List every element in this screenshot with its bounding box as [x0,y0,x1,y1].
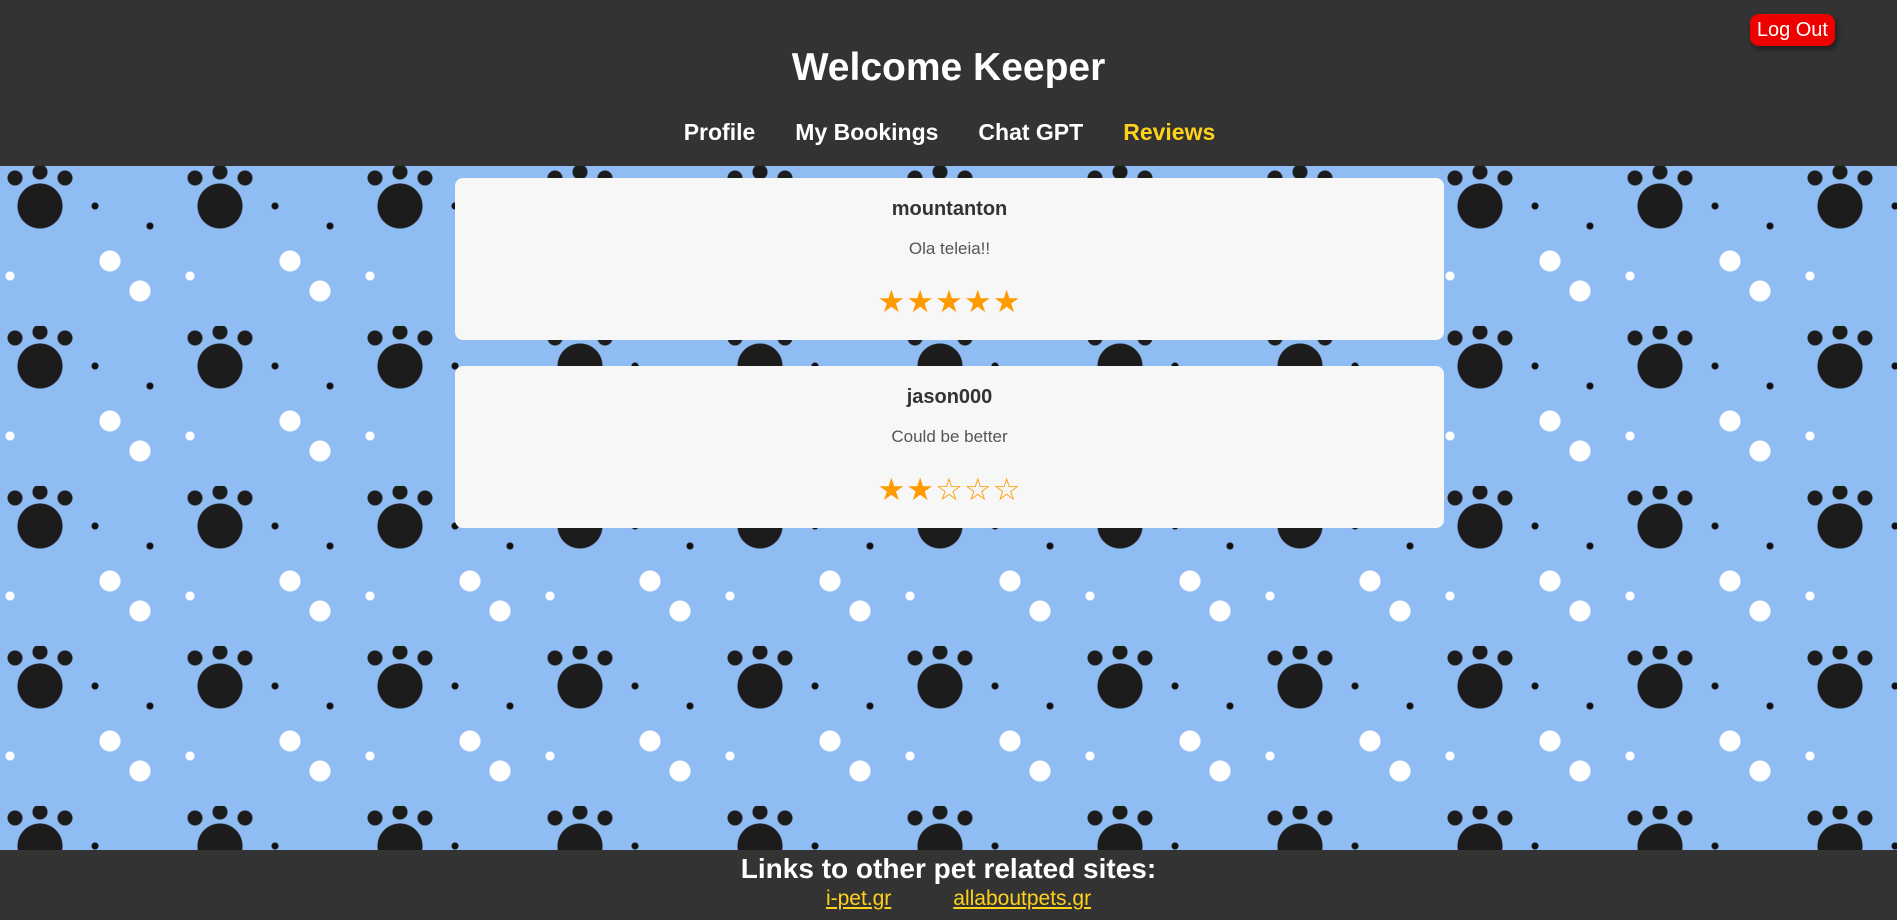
link-allaboutpets[interactable]: allaboutpets.gr [953,886,1091,912]
reviews-list: mountanton Ola teleia!! ★★★★★ jason000 C… [455,178,1444,554]
page-title: Welcome Keeper [791,46,1106,89]
nav-chat-gpt[interactable]: Chat GPT [978,117,1083,147]
star-outline-icon: ☆ [935,472,964,508]
footer-heading: Links to other pet related sites: [740,853,1157,884]
review-comment: Could be better [891,427,1008,446]
review-card: mountanton Ola teleia!! ★★★★★ [455,178,1444,340]
star-filled-icon: ★ [906,472,936,508]
star-outline-icon: ☆ [963,472,993,508]
header: Welcome Keeper Log Out Profile My Bookin… [0,0,1897,166]
review-card: jason000 Could be better ★★☆☆☆ [455,366,1444,528]
review-rating: ★★★★★ [455,284,1444,320]
nav-reviews[interactable]: Reviews [1123,117,1215,147]
star-filled-icon: ★ [935,284,964,320]
footer-links: i-pet.gr allaboutpets.gr [0,886,1897,912]
review-rating: ★★☆☆☆ [455,472,1444,508]
nav-my-bookings[interactable]: My Bookings [795,117,938,147]
review-comment: Ola teleia!! [908,239,991,258]
review-username: mountanton [891,198,1008,220]
star-filled-icon: ★ [992,284,1022,320]
footer: Links to other pet related sites: i-pet.… [0,850,1897,920]
star-filled-icon: ★ [877,284,907,320]
main-nav: Profile My Bookings Chat GPT Reviews [0,117,1897,147]
link-i-pet[interactable]: i-pet.gr [826,886,891,912]
star-outline-icon: ☆ [992,472,1022,508]
star-filled-icon: ★ [877,472,907,508]
logout-button[interactable]: Log Out [1749,14,1835,46]
paw-pattern-background: mountanton Ola teleia!! ★★★★★ jason000 C… [0,166,1897,850]
star-filled-icon: ★ [906,284,936,320]
review-username: jason000 [906,386,993,408]
star-filled-icon: ★ [963,284,993,320]
nav-profile[interactable]: Profile [684,117,756,147]
